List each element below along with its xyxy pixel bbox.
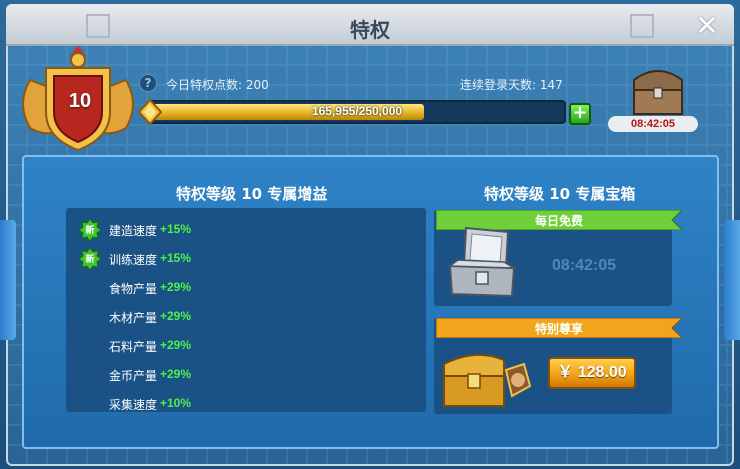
benefit-value: +10% <box>160 396 192 410</box>
benefit-value: +29% <box>160 367 192 381</box>
privilege-points-label: 今日特权点数: 200 <box>166 78 269 92</box>
benefit-row: 采集速度 +10% <box>66 390 426 412</box>
exclusive-ribbon-label: 特别尊享 <box>534 322 583 336</box>
benefit-value: +29% <box>160 309 192 323</box>
diamond-icon <box>138 99 162 125</box>
benefit-label: 木材产量 <box>109 311 158 325</box>
rewards-title: 特权等级 10 专属宝箱 <box>484 185 636 203</box>
benefit-label: 食物产量 <box>109 282 158 296</box>
benefit-label: 建造速度 <box>109 224 158 238</box>
gold-chest-icon[interactable] <box>440 346 532 410</box>
benefit-value: +29% <box>160 280 192 294</box>
benefit-row: 新 训练速度 +15% <box>66 245 426 273</box>
add-points-button[interactable]: + <box>569 103 591 125</box>
privilege-progress-bar: 165,955/250,000 <box>148 100 566 124</box>
page-title: 特权 <box>350 18 390 42</box>
benefit-label: 训练速度 <box>109 253 158 267</box>
new-badge-icon: 新 <box>78 247 102 271</box>
benefit-value: +15% <box>160 222 192 236</box>
login-days-label: 连续登录天数: 147 <box>460 78 563 92</box>
chest-timer: 08:42:05 <box>608 116 698 132</box>
silver-chest-icon[interactable] <box>444 222 522 304</box>
chest-icon[interactable] <box>628 64 688 118</box>
help-icon[interactable]: ? <box>139 74 157 92</box>
benefit-row: 石料产量 +29% <box>66 332 426 360</box>
benefits-title: 特权等级 10 专属增益 <box>176 185 328 203</box>
benefit-label: 采集速度 <box>109 398 158 412</box>
benefit-value: +29% <box>160 338 192 352</box>
privilege-level-badge[interactable]: 10 <box>16 40 140 156</box>
free-chest-timer: 08:42:05 <box>552 257 617 274</box>
progress-text: 165,955/250,000 <box>311 104 403 118</box>
benefit-value: +15% <box>160 251 192 265</box>
side-decoration <box>724 220 740 340</box>
benefit-label: 金币产量 <box>109 369 158 383</box>
new-badge-label: 新 <box>85 226 95 236</box>
benefit-row: 金币产量 +29% <box>66 361 426 389</box>
benefit-label: 石料产量 <box>109 340 158 354</box>
close-button[interactable]: ✕ <box>694 12 720 40</box>
privilege-level-number: 10 <box>68 90 92 112</box>
buy-chest-button[interactable]: ￥ 128.00 <box>548 357 636 389</box>
benefits-list[interactable]: 新建造速度 +15% 新训练速度 +15% 食物产量 +29% 木材产量 +29% 石料产量 +2… <box>66 208 426 412</box>
benefit-row: 木材产量 +29% <box>66 303 426 331</box>
benefit-row: 食物产量 +29% <box>66 274 426 302</box>
privilege-screen: 特权 ✕ 10 ? 今日特权点数: 200 连续登录天数: 147 165,95… <box>0 0 740 469</box>
new-badge-icon: 新 <box>78 218 102 242</box>
new-badge-label: 新 <box>85 255 95 265</box>
side-decoration <box>0 220 16 340</box>
benefit-row: 新 建造速度 +15% <box>66 216 426 244</box>
